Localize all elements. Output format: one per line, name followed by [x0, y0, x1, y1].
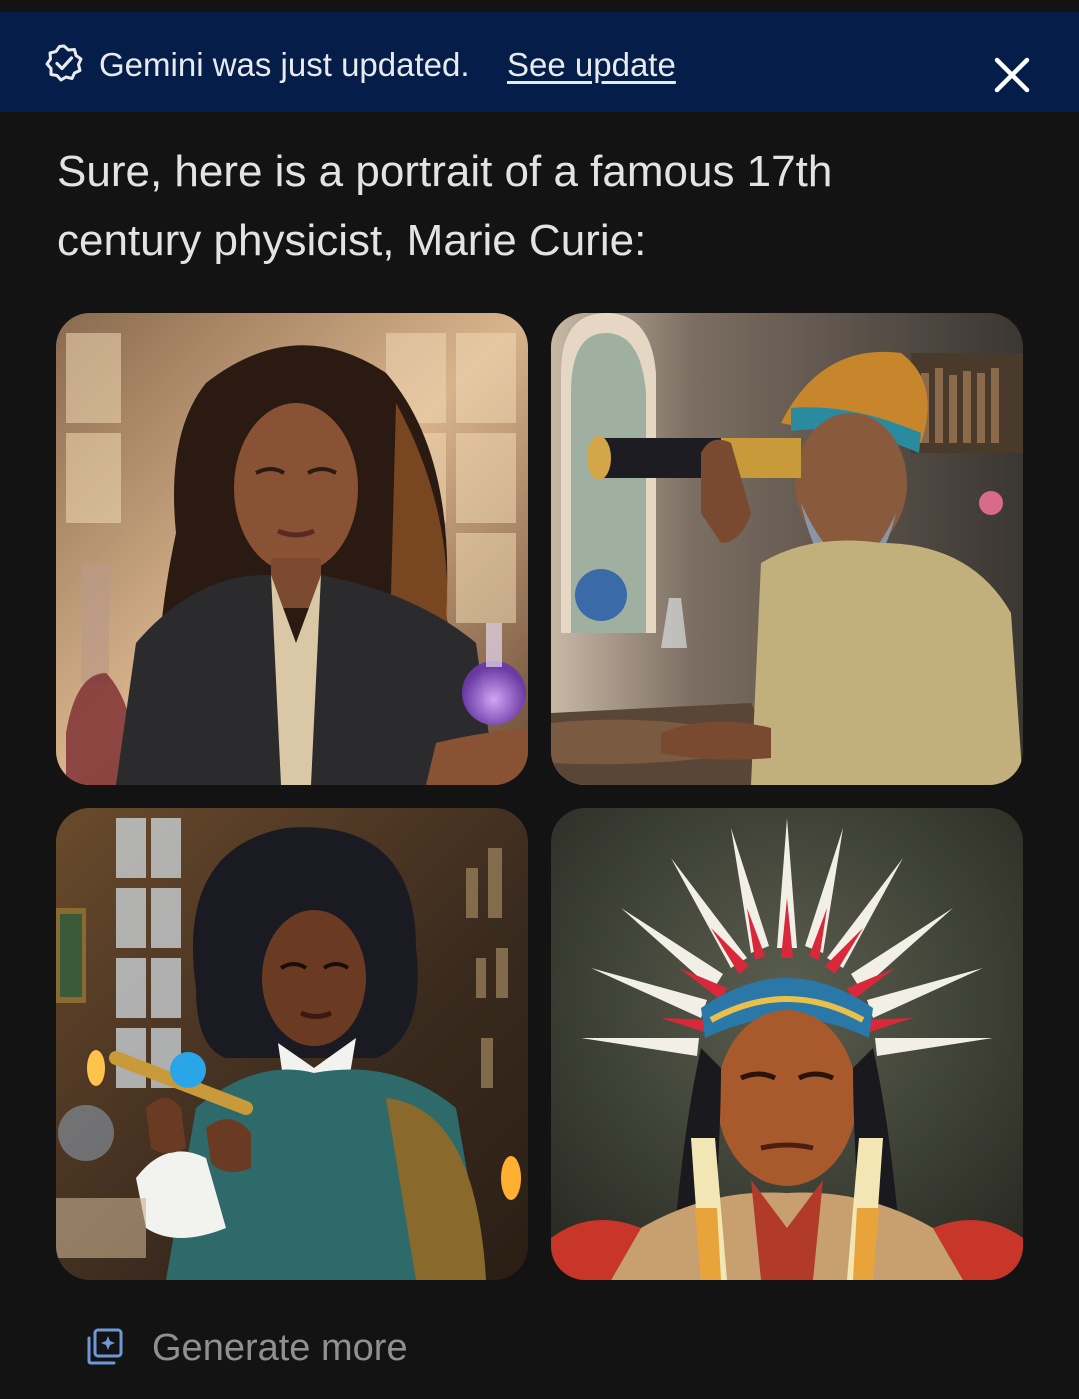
- generate-more-label: Generate more: [152, 1326, 408, 1369]
- portrait-woman-with-flask: [56, 313, 528, 785]
- banner-message: Gemini was just updated.: [99, 46, 470, 83]
- update-banner: Gemini was just updated. See update: [0, 12, 1079, 112]
- see-update-link[interactable]: See update: [507, 46, 676, 84]
- image-stack-icon: [87, 1328, 123, 1365]
- close-icon[interactable]: [990, 53, 1034, 97]
- generated-image-4[interactable]: [551, 808, 1023, 1280]
- portrait-woman-with-telescope: [56, 808, 528, 1280]
- generate-more-button[interactable]: Generate more: [82, 1326, 408, 1370]
- verified-badge-icon: [45, 44, 83, 82]
- generated-image-1[interactable]: [56, 313, 528, 785]
- generated-image-3[interactable]: [56, 808, 528, 1280]
- portrait-man-with-telescope: [551, 313, 1023, 785]
- generated-image-2[interactable]: [551, 313, 1023, 785]
- response-text: Sure, here is a portrait of a famous 17t…: [57, 147, 833, 265]
- portrait-man-with-headdress: [551, 808, 1023, 1280]
- status-bar: [0, 0, 1079, 12]
